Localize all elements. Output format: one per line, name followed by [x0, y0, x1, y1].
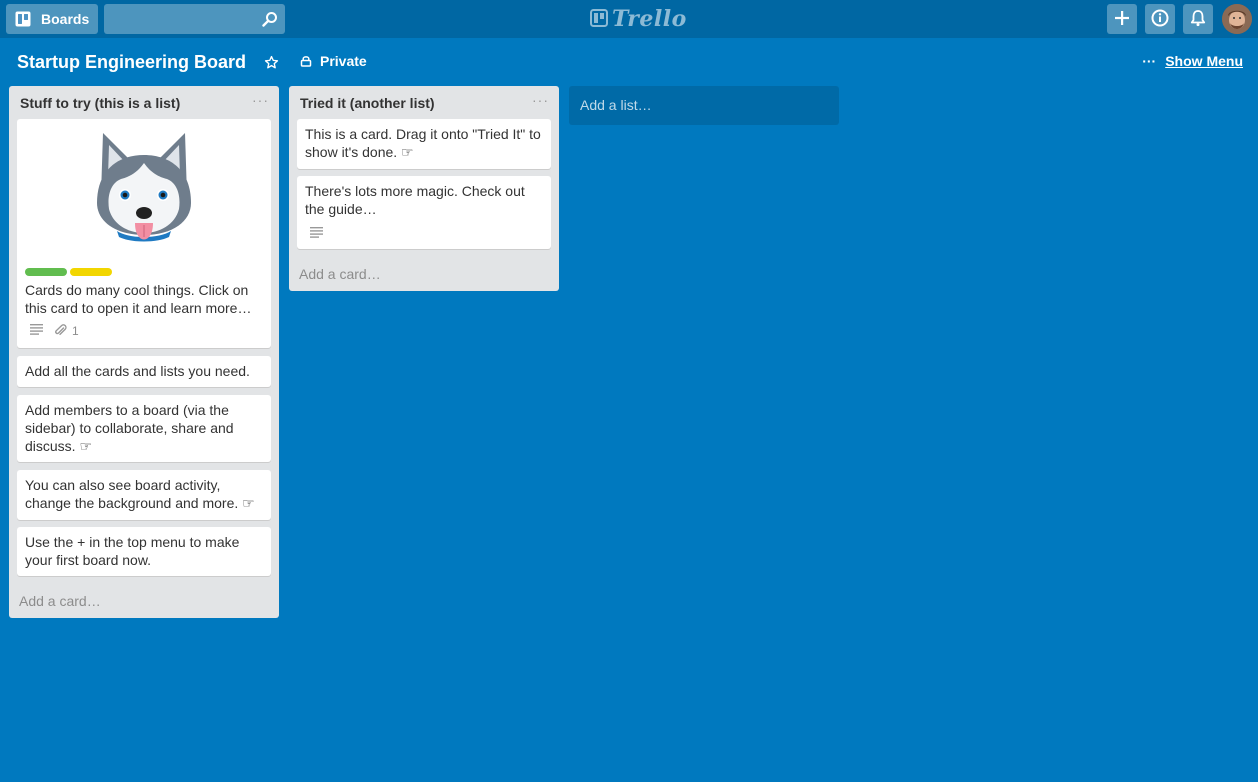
- card-title: There's lots more magic. Check out the g…: [305, 183, 525, 217]
- card-cover-image: [89, 125, 199, 253]
- info-icon: [1151, 9, 1169, 30]
- list-menu-icon[interactable]: ···: [252, 92, 269, 108]
- card-title: Use the + in the top menu to make your f…: [25, 534, 240, 568]
- card-title: This is a card. Drag it onto "Tried It" …: [305, 126, 541, 160]
- notifications-button[interactable]: [1183, 4, 1213, 34]
- list-card[interactable]: Use the + in the top menu to make your f…: [17, 527, 271, 576]
- add-list-button[interactable]: Add a list…: [569, 86, 839, 125]
- trello-logo-text: Trello: [612, 6, 687, 32]
- show-menu-label: Show Menu: [1165, 53, 1243, 69]
- list-card[interactable]: Add all the cards and lists you need.: [17, 356, 271, 387]
- list-title[interactable]: Tried it (another list): [300, 95, 435, 111]
- boards-icon: [15, 11, 31, 27]
- show-menu-button[interactable]: ··· Show Menu: [1142, 53, 1243, 69]
- board-title[interactable]: Startup Engineering Board: [17, 52, 246, 73]
- plus-icon: [1114, 10, 1130, 29]
- trello-logo[interactable]: Trello: [590, 6, 687, 32]
- card-badges: 1: [30, 323, 79, 338]
- list-card[interactable]: You can also see board activity, change …: [17, 470, 271, 520]
- list-tried-it: Tried it (another list) ··· This is a ca…: [289, 86, 559, 291]
- attachment-count: 1: [72, 323, 79, 338]
- user-avatar[interactable]: [1222, 4, 1252, 34]
- list-card[interactable]: Cards do many cool things. Click on this…: [17, 119, 271, 348]
- search-icon[interactable]: [262, 11, 278, 30]
- card-labels: [25, 268, 115, 276]
- create-button[interactable]: [1107, 4, 1137, 34]
- trello-logo-icon: [590, 8, 608, 30]
- card-title: Cards do many cool things. Click on this…: [25, 282, 252, 316]
- info-button[interactable]: [1145, 4, 1175, 34]
- card-title: Add all the cards and lists you need.: [25, 363, 250, 379]
- privacy-button[interactable]: Private: [300, 53, 367, 69]
- more-icon: ···: [1142, 53, 1157, 69]
- description-icon: [310, 226, 324, 241]
- list-header: Stuff to try (this is a list) ···: [9, 86, 279, 118]
- card-title: Add members to a board (via the sidebar)…: [25, 402, 234, 454]
- add-card-button[interactable]: Add a card…: [19, 593, 101, 609]
- attachment-icon: [54, 324, 67, 337]
- top-header: Boards Trello: [0, 0, 1258, 38]
- boards-label: Boards: [41, 11, 90, 27]
- bell-icon: [1190, 9, 1206, 30]
- list-card[interactable]: There's lots more magic. Check out the g…: [297, 176, 551, 249]
- list-menu-icon[interactable]: ···: [532, 92, 549, 108]
- description-icon: [30, 323, 44, 338]
- list-stuff-to-try: Stuff to try (this is a list) ··· Cards …: [9, 86, 279, 618]
- add-list-label: Add a list…: [580, 97, 652, 113]
- list-card[interactable]: Add members to a board (via the sidebar)…: [17, 395, 271, 462]
- star-icon[interactable]: [264, 55, 279, 73]
- privacy-label: Private: [320, 53, 367, 69]
- boards-button[interactable]: Boards: [6, 4, 98, 34]
- card-badges: [310, 226, 324, 241]
- list-title[interactable]: Stuff to try (this is a list): [20, 95, 180, 111]
- add-card-button[interactable]: Add a card…: [299, 266, 381, 282]
- list-header: Tried it (another list) ···: [289, 86, 559, 118]
- list-card[interactable]: This is a card. Drag it onto "Tried It" …: [297, 119, 551, 169]
- search-input[interactable]: [104, 4, 254, 34]
- card-title: You can also see board activity, change …: [25, 477, 255, 511]
- search-box[interactable]: [104, 4, 285, 34]
- lock-icon: [300, 55, 312, 67]
- yellow-label: [70, 268, 112, 276]
- green-label: [25, 268, 67, 276]
